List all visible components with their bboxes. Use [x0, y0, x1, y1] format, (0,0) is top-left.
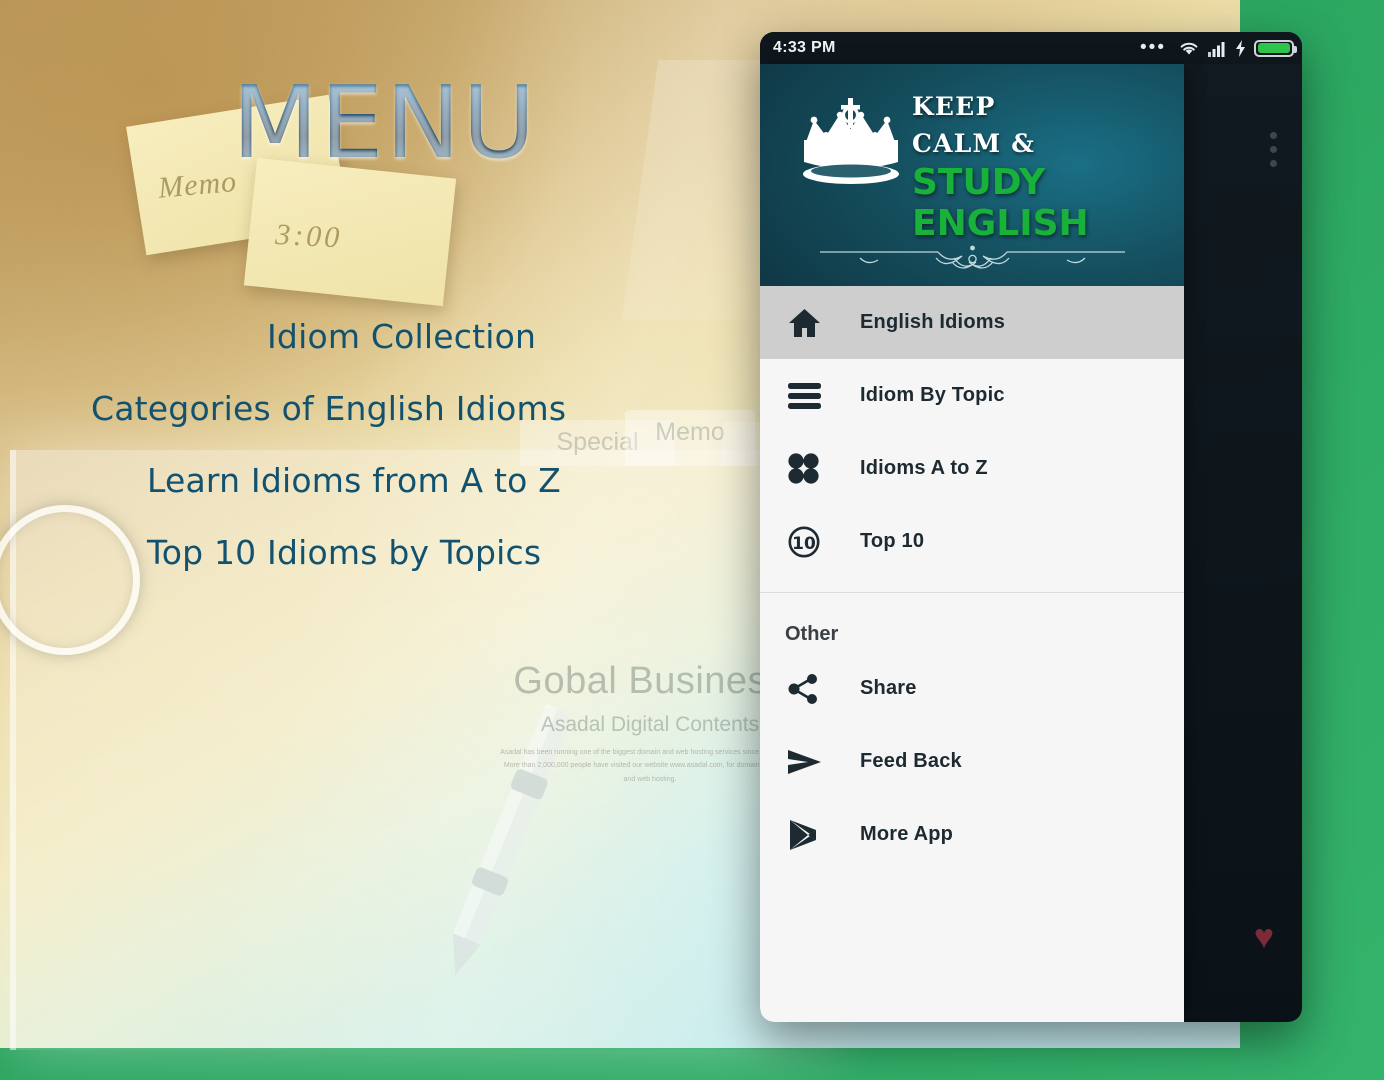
drawer-item-english-idioms[interactable]: English Idioms: [760, 286, 1184, 359]
watermark-body: Asadal has been running one of the bigge…: [500, 749, 800, 783]
drawer-item-top-10[interactable]: 10 Top 10: [760, 505, 1184, 578]
cellular-signal-icon: [1208, 41, 1225, 57]
drawer-item-share[interactable]: Share: [760, 652, 1184, 725]
watermark-title: Gobal Business: [513, 660, 787, 702]
flourish-divider-icon: [820, 245, 1125, 269]
drawer-item-label: More App: [860, 823, 954, 845]
sticky-note-time-text: 3:00: [274, 217, 344, 255]
drawer-section-label: Other: [785, 623, 839, 645]
drawer-item-label: Idioms A to Z: [860, 457, 988, 479]
phone-mockup: 4:33 PM ••• ♥ KEEP CALM & STUDY ENGLISH …: [760, 32, 1302, 1022]
drawer-item-feed-back[interactable]: Feed Back: [760, 725, 1184, 798]
watermark-block: Gobal Business Asadal Digital Contents A…: [500, 660, 800, 786]
drawer-item-label: Idiom By Topic: [860, 384, 1005, 406]
drawer-item-label: Share: [860, 677, 917, 699]
wifi-icon: [1180, 42, 1198, 55]
feature-line-4: Top 10 Idioms by Topics: [147, 533, 542, 572]
logo-line-2: CALM &: [912, 129, 1036, 158]
sticky-note-memo-text: Memo: [156, 164, 239, 205]
drawer-header: KEEP CALM & STUDY ENGLISH: [760, 64, 1184, 286]
google-play-icon: [788, 819, 846, 851]
drawer-item-label: Top 10: [860, 530, 925, 552]
status-bar-clock: 4:33 PM: [773, 39, 836, 56]
heart-icon[interactable]: ♥: [1254, 920, 1274, 954]
charging-bolt-icon: [1236, 39, 1245, 57]
crown-icon: [803, 98, 899, 184]
status-bar: 4:33 PM •••: [760, 32, 1302, 64]
drawer-item-idioms-a-to-z[interactable]: Idioms A to Z: [760, 432, 1184, 505]
drawer-item-label: English Idioms: [860, 311, 1006, 333]
watermark-subtitle: Asadal Digital Contents: [540, 713, 760, 736]
list-icon: [788, 382, 846, 410]
status-overflow-dots-icon: •••: [1140, 37, 1166, 58]
drawer-logo-text: KEEP CALM & STUDY ENGLISH: [912, 92, 1184, 244]
navigation-drawer: KEEP CALM & STUDY ENGLISH English Idioms…: [760, 64, 1184, 1022]
svg-text:10: 10: [792, 534, 816, 554]
drawer-item-idiom-by-topic[interactable]: Idiom By Topic: [760, 359, 1184, 432]
feature-line-2: Categories of English Idioms: [91, 389, 567, 428]
more-vertical-icon[interactable]: [1270, 132, 1277, 167]
grid-dots-icon: [788, 453, 846, 484]
page-title: MENU: [232, 64, 538, 181]
ten-circle-icon: 10: [788, 526, 846, 558]
battery-icon: [1254, 39, 1297, 57]
logo-line-1: KEEP: [912, 92, 996, 121]
home-icon: [788, 308, 846, 338]
status-bar-icons: •••: [1140, 32, 1297, 64]
drawer-item-label: Feed Back: [860, 750, 962, 772]
send-icon: [788, 749, 846, 775]
drawer-item-more-app[interactable]: More App: [760, 798, 1184, 871]
logo-line-3: STUDY ENGLISH: [912, 162, 1089, 244]
feature-line-3: Learn Idioms from A to Z: [147, 461, 561, 500]
share-icon: [788, 673, 846, 704]
feature-line-1: Idiom Collection: [267, 317, 537, 356]
